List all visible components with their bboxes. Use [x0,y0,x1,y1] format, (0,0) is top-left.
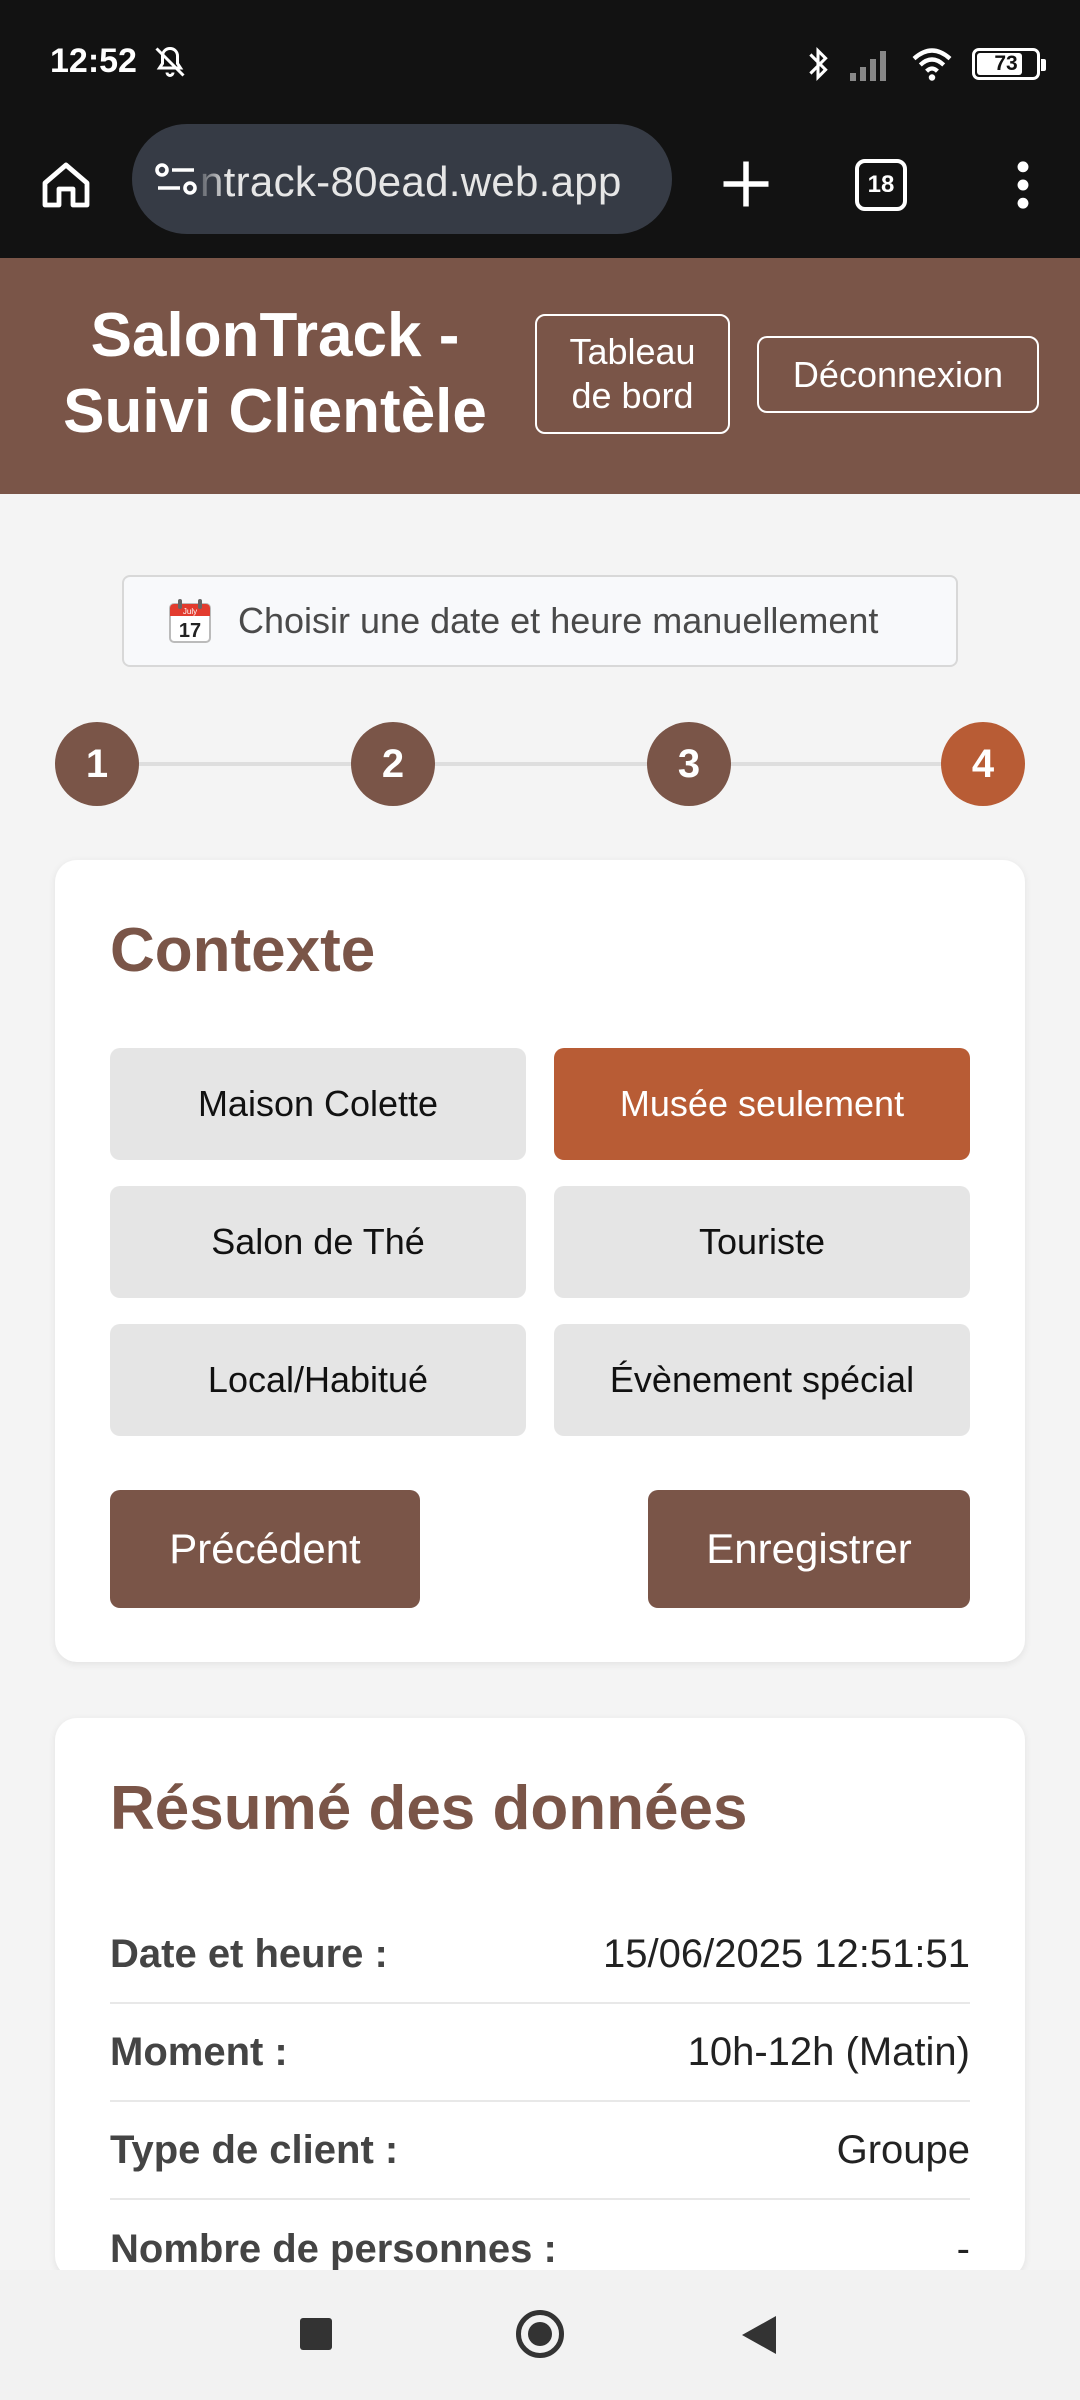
summary-row-moment: Moment : 10h-12h (Matin) [110,2004,970,2102]
battery-level: 73 [994,52,1018,75]
app-title-line1: SalonTrack - [90,301,460,370]
summary-label: Date et heure : [110,1931,388,1976]
option-touriste[interactable]: Touriste [554,1186,970,1298]
summary-value: 15/06/2025 12:51:51 [602,1931,970,1976]
option-local-habitue[interactable]: Local/Habitué [110,1324,526,1436]
dashboard-label-line1: Tableau [569,331,696,372]
home-nav-icon[interactable] [516,2310,564,2358]
app-title: SalonTrack - Suivi Clientèle [40,298,510,450]
dashboard-label-line2: de bord [571,375,694,416]
app-title-line2: Suivi Clientèle [63,377,487,446]
summary-row-client-type: Type de client : Groupe [110,2102,970,2200]
save-button[interactable]: Enregistrer [648,1490,970,1608]
home-icon [42,162,90,208]
home-button[interactable] [32,150,100,218]
summary-title: Résumé des données [110,1774,748,1843]
battery-icon: 73 [972,48,1046,80]
option-salon-de-the[interactable]: Salon de Thé [110,1186,526,1298]
step-4[interactable]: 4 [941,722,1025,806]
app-header: SalonTrack - Suivi Clientèle Tableau de … [0,258,1080,494]
signal-icon [850,51,886,81]
stepper-track [95,762,985,766]
calendar-icon-month: July [183,607,197,616]
summary-label: Nombre de personnes : [110,2226,557,2271]
context-title: Contexte [110,916,376,985]
status-bar: 12:52 73 [0,0,1080,130]
option-maison-colette[interactable]: Maison Colette [110,1048,526,1160]
menu-button[interactable] [988,150,1058,220]
address-bar[interactable]: ntrack-80ead.web.app [132,124,672,234]
summary-label: Type de client : [110,2127,399,2172]
calendar-icon: July 17 [169,599,211,643]
option-musee-seulement[interactable]: Musée seulement [554,1048,970,1160]
option-evenement-special[interactable]: Évènement spécial [554,1324,970,1436]
previous-button[interactable]: Précédent [110,1490,420,1608]
summary-value: Groupe [836,2127,970,2172]
summary-value: - [956,2226,970,2271]
summary-card: Résumé des données Date et heure : 15/06… [55,1718,1025,2278]
step-1[interactable]: 1 [55,722,139,806]
menu-icon [1017,161,1029,209]
site-settings-icon[interactable] [154,162,198,198]
context-card: Contexte Maison Colette Musée seulement … [55,860,1025,1662]
tabs-icon: 18 [855,159,907,211]
tab-count: 18 [867,171,895,198]
new-tab-icon [723,161,769,207]
manual-date-label: Choisir une date et heure manuellement [238,600,879,641]
summary-value: 10h-12h (Matin) [687,2029,970,2074]
browser-toolbar: ntrack-80ead.web.app 18 [0,118,1080,258]
url-text[interactable]: ntrack-80ead.web.app [200,158,622,206]
logout-button[interactable]: Déconnexion [757,336,1039,413]
step-2[interactable]: 2 [351,722,435,806]
system-nav-bar [0,2270,1080,2400]
wifi-icon [912,48,952,81]
dashboard-button[interactable]: Tableau de bord [535,314,730,434]
manual-date-button[interactable]: July 17 Choisir une date et heure manuel… [122,575,958,667]
status-time: 12:52 [50,42,137,80]
notifications-muted-icon [155,46,185,77]
step-3[interactable]: 3 [647,722,731,806]
stepper: 1 2 3 4 [55,722,1025,806]
bluetooth-icon [809,47,828,81]
summary-row-date: Date et heure : 15/06/2025 12:51:51 [110,1906,970,2004]
tabs-button[interactable]: 18 [846,150,916,220]
recents-icon[interactable] [300,2318,332,2350]
new-tab-button[interactable] [708,146,784,222]
back-icon[interactable] [742,2316,776,2354]
summary-label: Moment : [110,2029,288,2074]
calendar-icon-day: 17 [179,620,201,642]
